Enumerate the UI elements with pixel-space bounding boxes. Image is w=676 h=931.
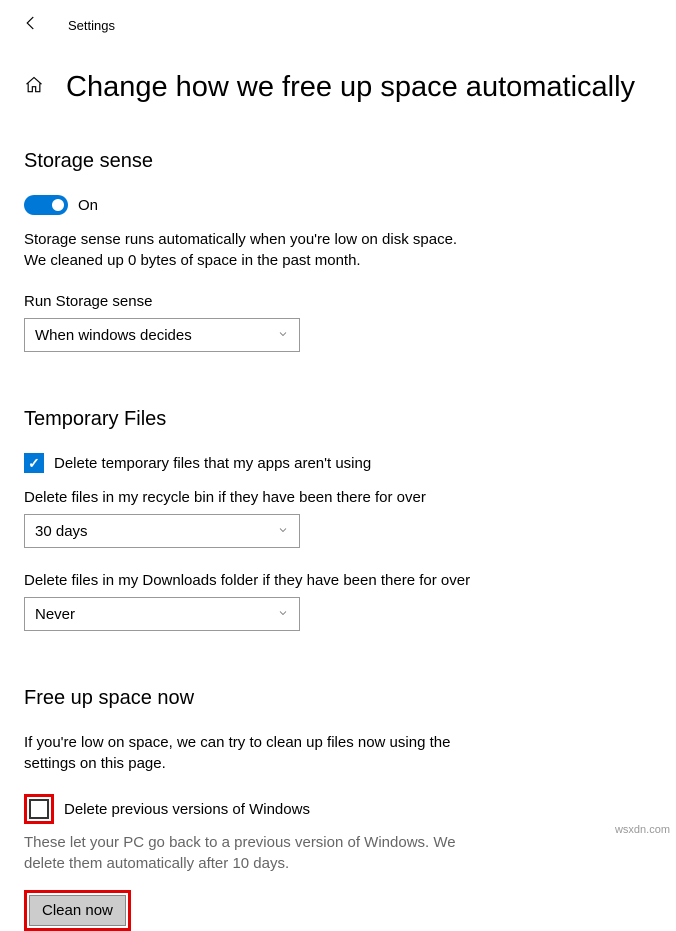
run-storage-sense-label: Run Storage sense: [24, 293, 652, 310]
home-icon[interactable]: [24, 75, 44, 100]
storage-sense-toggle[interactable]: [24, 195, 68, 215]
recycle-bin-select[interactable]: 30 days: [24, 514, 300, 548]
highlight-annotation: Clean now: [24, 890, 131, 931]
recycle-bin-value: 30 days: [35, 523, 88, 540]
back-button[interactable]: [22, 14, 40, 37]
storage-sense-desc1: Storage sense runs automatically when yo…: [24, 229, 652, 250]
free-up-space-heading: Free up space now: [24, 687, 652, 710]
storage-sense-toggle-label: On: [78, 197, 98, 214]
watermark: wsxdn.com: [615, 824, 670, 836]
downloads-label: Delete files in my Downloads folder if t…: [24, 572, 652, 589]
run-storage-sense-value: When windows decides: [35, 327, 192, 344]
window-title: Settings: [68, 18, 115, 33]
delete-temp-files-label: Delete temporary files that my apps aren…: [54, 455, 371, 472]
highlight-annotation: [24, 794, 54, 824]
chevron-down-icon: [277, 523, 289, 540]
downloads-value: Never: [35, 606, 75, 623]
delete-temp-files-checkbox[interactable]: [24, 453, 44, 473]
delete-previous-versions-label: Delete previous versions of Windows: [64, 801, 310, 818]
storage-sense-heading: Storage sense: [24, 150, 652, 173]
page-title: Change how we free up space automaticall…: [66, 71, 635, 104]
free-up-space-desc: If you're low on space, we can try to cl…: [24, 732, 484, 774]
storage-sense-desc2: We cleaned up 0 bytes of space in the pa…: [24, 250, 652, 271]
recycle-bin-label: Delete files in my recycle bin if they h…: [24, 489, 652, 506]
delete-previous-versions-checkbox[interactable]: [29, 799, 49, 819]
downloads-select[interactable]: Never: [24, 597, 300, 631]
temporary-files-heading: Temporary Files: [24, 408, 652, 431]
chevron-down-icon: [277, 606, 289, 623]
chevron-down-icon: [277, 327, 289, 344]
free-up-space-note: These let your PC go back to a previous …: [24, 832, 484, 874]
run-storage-sense-select[interactable]: When windows decides: [24, 318, 300, 352]
clean-now-button[interactable]: Clean now: [29, 895, 126, 926]
